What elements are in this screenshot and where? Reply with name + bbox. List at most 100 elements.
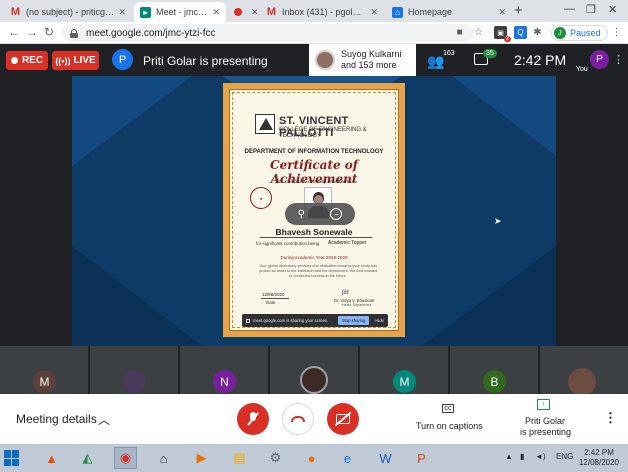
tab-label: (no subject) - priticgolar@	[26, 7, 114, 17]
participant-tile[interactable]: M	[0, 346, 88, 394]
more-options-icon[interactable]: ⋮	[613, 53, 624, 66]
stop-sharing-button[interactable]: Stop sharing	[337, 316, 370, 325]
close-icon[interactable]: ✕	[212, 7, 220, 18]
rec-button[interactable]: REC	[6, 51, 48, 70]
extensions-puzzle-icon[interactable]: ✱	[531, 26, 544, 39]
close-icon[interactable]: ✕	[251, 7, 258, 18]
participant-strip: M N M B	[0, 346, 628, 396]
word-icon[interactable]: W	[374, 447, 397, 469]
presenter-avatar: P	[112, 49, 133, 70]
mic-off-icon	[248, 412, 258, 426]
you-avatar[interactable]: P	[590, 50, 609, 69]
college-subtitle: COLLEGE OF ENGINEERING & TECHNOLOGY	[279, 127, 367, 139]
captions-icon[interactable]: CC	[442, 404, 454, 413]
meet-icon: ▸	[140, 6, 151, 18]
tab-recording[interactable]: ✕	[228, 2, 258, 22]
call-controls: Meeting details ︿ CC Turn on captions ↑ …	[0, 394, 628, 444]
share-message: meet.google.com is sharing your screen.	[253, 318, 329, 323]
participant-tile[interactable]	[540, 346, 628, 396]
extension-search-icon[interactable]: Q	[514, 26, 527, 39]
hide-button[interactable]: Hide	[375, 318, 384, 323]
powerpoint-icon[interactable]: P	[410, 447, 433, 469]
google-drive-icon[interactable]: ◭	[76, 447, 99, 469]
chat-count-badge: 35	[483, 49, 497, 58]
share-screen-icon	[246, 318, 250, 323]
avatar	[315, 50, 335, 70]
gmail-icon: M	[10, 6, 21, 18]
network-icon[interactable]: ▮	[520, 452, 524, 461]
matlab-icon[interactable]: ▲	[40, 447, 63, 469]
screen-share-notice: meet.google.com is sharing your screen. …	[242, 314, 388, 327]
tab-gmail-no-subject[interactable]: M (no subject) - priticgolar@ ✕	[4, 2, 132, 22]
internet-explorer-icon[interactable]: e	[336, 447, 359, 469]
windows-taskbar: ▲ ◭ ◉ ⌂ ▶ ▤ ⚙ ● e W P ▲ ▮ ◄) ENG 2:42 PM…	[0, 444, 628, 472]
more-options-icon[interactable]: ⋮	[604, 410, 617, 426]
presented-to-text: This Certificate is Proudly Presented to	[275, 179, 353, 184]
participant-tile[interactable]: M	[360, 346, 448, 394]
minimize-icon[interactable]: —	[564, 3, 575, 15]
new-tab-button[interactable]: +	[514, 2, 523, 19]
avatar: M	[33, 370, 56, 393]
camera-icon[interactable]: ■	[453, 26, 466, 39]
presenting-status[interactable]: is presenting	[520, 427, 571, 437]
people-icon[interactable]: 👥	[427, 53, 444, 70]
taskbar-clock[interactable]: 2:42 PM 12/08/2020	[578, 448, 620, 468]
rec-label: REC	[21, 55, 44, 66]
volume-icon[interactable]: ◄)	[535, 452, 546, 461]
live-label: LIVE	[73, 55, 96, 66]
present-screen-icon[interactable]: ↑	[537, 399, 550, 410]
extension-meet-icon[interactable]: ▣ 2	[494, 26, 511, 42]
firefox-icon[interactable]: ●	[300, 447, 323, 469]
avatar	[300, 366, 328, 394]
profile-button[interactable]: J Paused	[551, 25, 608, 41]
windows-start-icon[interactable]	[4, 450, 20, 466]
live-button[interactable]: ((•)) LIVE	[52, 51, 99, 70]
address-bar: ← → ↻ meet.google.com/jmc-ytzi-fcc ■ ☆ ▣…	[0, 22, 628, 44]
leave-call-button[interactable]	[282, 403, 314, 435]
forward-icon[interactable]: →	[26, 25, 38, 39]
certificate-border: ST. VINCENT PALLOTTI COLLEGE OF ENGINEER…	[229, 89, 399, 331]
close-icon[interactable]: ✕	[498, 7, 506, 18]
chrome-icon[interactable]: ◉	[114, 447, 137, 469]
extension-badge: 2	[503, 36, 511, 42]
department-name: DEPARTMENT OF INFORMATION TECHNOLOGY	[244, 149, 384, 155]
microphone-button[interactable]	[237, 403, 269, 435]
close-icon[interactable]: ✕	[118, 7, 126, 18]
url-input[interactable]: meet.google.com/jmc-ytzi-fcc	[62, 24, 474, 42]
star-icon[interactable]: ☆	[472, 26, 485, 39]
settings-icon[interactable]: ⚙	[264, 447, 287, 469]
close-icon[interactable]: ✕	[370, 7, 378, 18]
tray-chevron-icon[interactable]: ▲	[505, 452, 513, 461]
participant-tile[interactable]	[270, 346, 358, 394]
participant-tile[interactable]	[90, 346, 178, 394]
reload-icon[interactable]: ↻	[44, 25, 54, 39]
home-icon: ⌂	[392, 6, 403, 18]
home-icon[interactable]: ⌂	[152, 447, 175, 469]
meet-header: REC ((•)) LIVE P Priti Golar is presenti…	[0, 44, 628, 76]
participant-tile[interactable]: B	[450, 346, 538, 394]
pin-icon[interactable]: ⚲	[298, 209, 305, 220]
language-indicator[interactable]: ENG	[556, 452, 573, 461]
back-icon[interactable]: ←	[8, 25, 20, 39]
tab-homepage[interactable]: ⌂ Homepage ✕	[386, 2, 512, 22]
chevron-up-icon[interactable]: ︿	[98, 411, 110, 428]
achievement-text: Academic Topper	[328, 240, 367, 246]
menu-icon[interactable]: ⋮	[610, 26, 623, 39]
participant-tile[interactable]: N	[180, 346, 268, 394]
tab-inbox[interactable]: M Inbox (431) - pgolar@stv ✕	[260, 2, 384, 22]
tab-meet[interactable]: ▸ Meet - jmc-ytzi-fcc ✕	[134, 2, 226, 22]
remove-icon[interactable]: −	[330, 208, 343, 220]
meeting-details-button[interactable]: Meeting details	[16, 412, 97, 426]
captions-button[interactable]: Turn on captions	[416, 421, 483, 431]
maximize-icon[interactable]: ❐	[586, 3, 596, 16]
presenting-label[interactable]: Priti Golar	[525, 416, 565, 426]
camera-button[interactable]	[327, 403, 359, 435]
media-player-icon[interactable]: ▶	[190, 447, 213, 469]
file-explorer-icon[interactable]: ▤	[228, 447, 251, 469]
profile-status: Paused	[570, 28, 601, 38]
avatar: N	[213, 370, 236, 393]
window-close-icon[interactable]: ✕	[608, 3, 617, 16]
participants-card[interactable]: Suyog Kulkarni and 153 more	[309, 44, 416, 76]
presenter-text: Priti Golar is presenting	[143, 54, 268, 68]
college-logo-icon	[255, 114, 275, 134]
